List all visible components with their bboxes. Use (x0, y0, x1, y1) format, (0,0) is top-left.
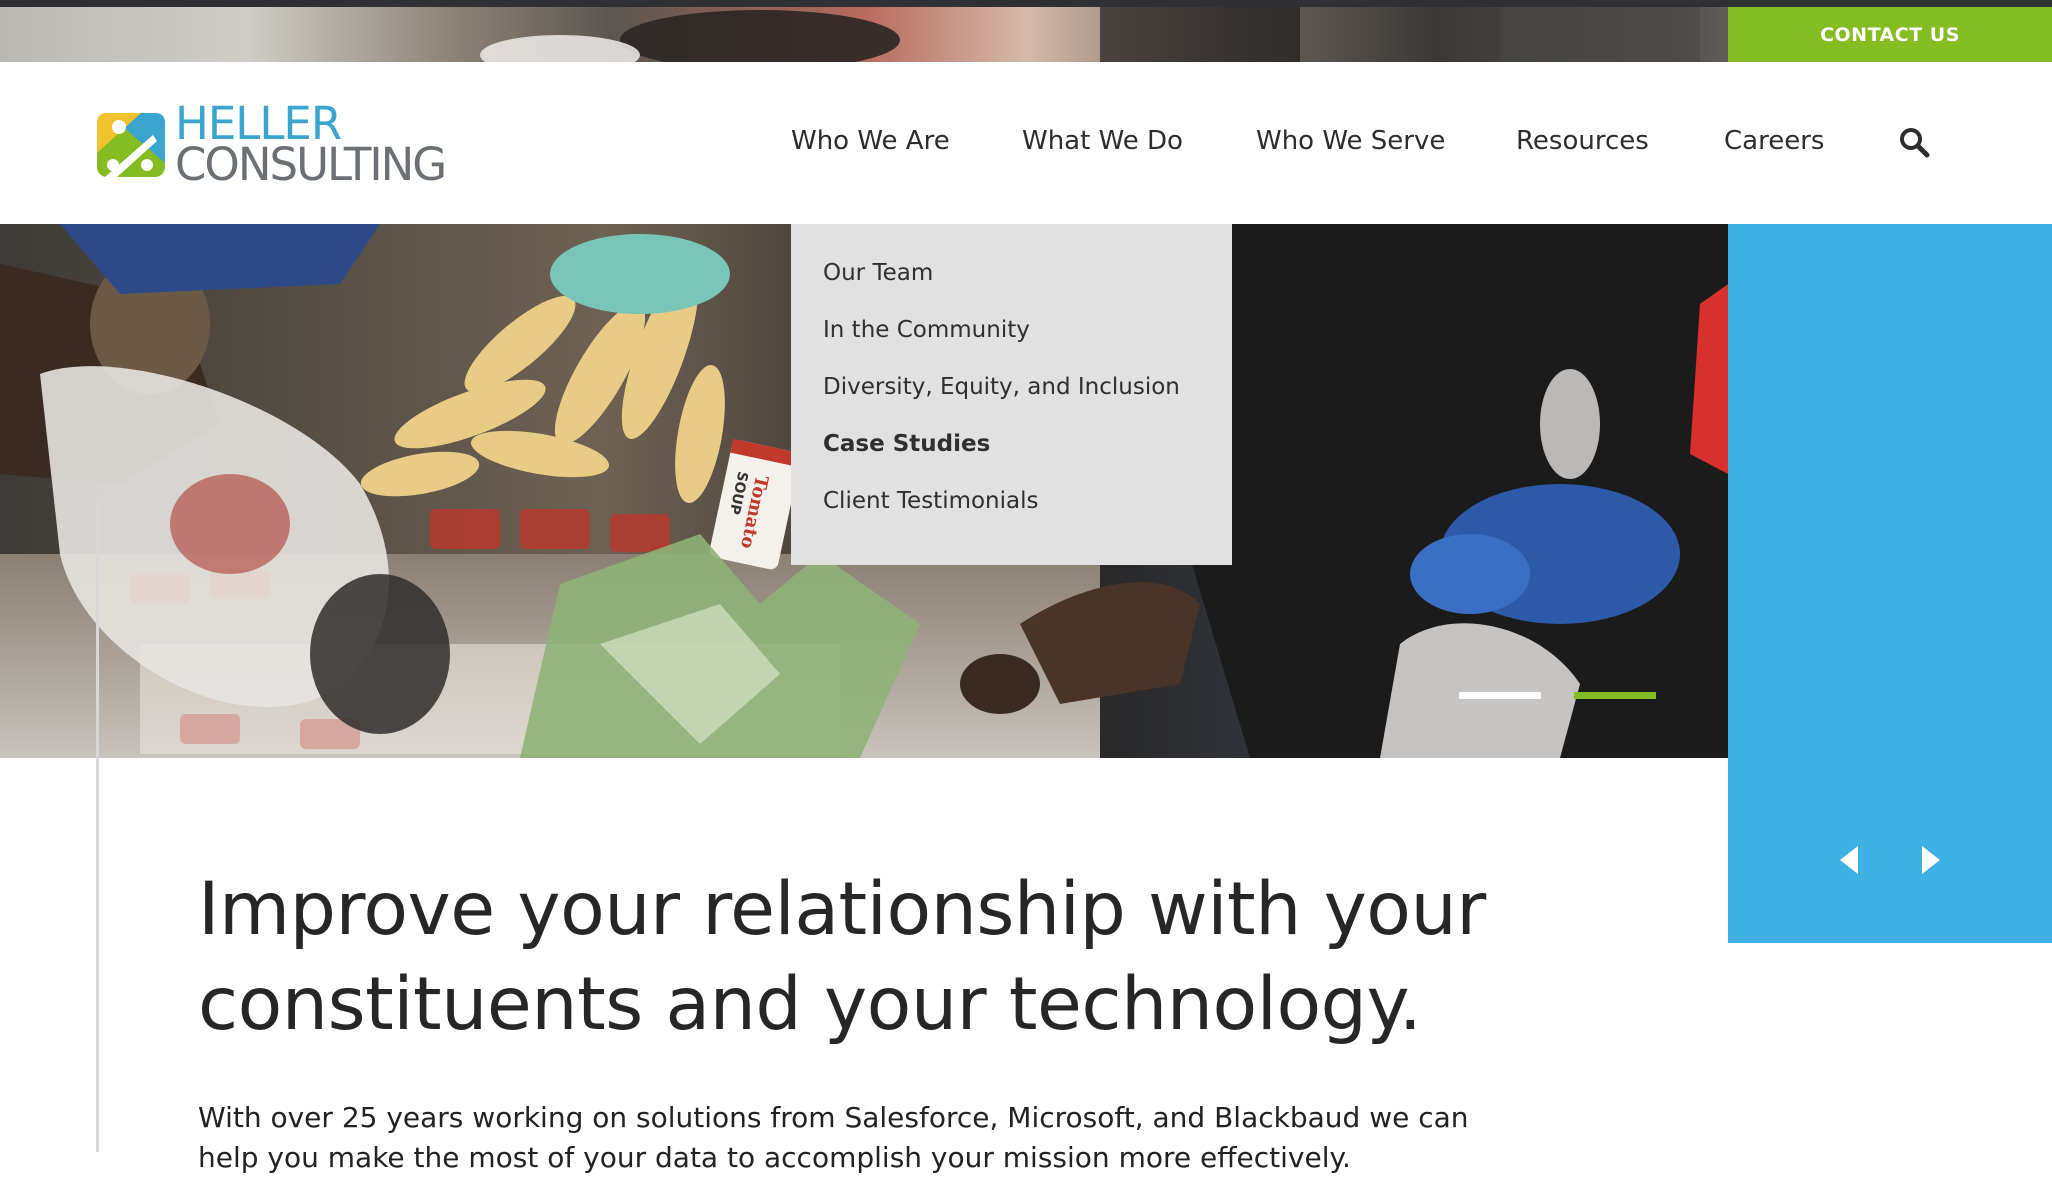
nav-resources[interactable]: Resources (1516, 126, 1649, 156)
slide-dot-2[interactable] (1574, 692, 1656, 699)
dropdown-item-in-the-community[interactable]: In the Community (791, 317, 1232, 374)
dropdown-item-diversity-equity-inclusion[interactable]: Diversity, Equity, and Inclusion (791, 374, 1232, 431)
dropdown-item-client-testimonials[interactable]: Client Testimonials (791, 488, 1232, 545)
nav-careers[interactable]: Careers (1724, 126, 1824, 156)
nav-who-we-serve[interactable]: Who We Serve (1256, 126, 1445, 156)
nav-who-we-are[interactable]: Who We Are (791, 126, 950, 156)
intro-paragraph: With over 25 years working on solutions … (198, 1101, 1469, 1174)
caret-left-icon[interactable] (1830, 840, 1870, 880)
who-we-are-dropdown: Our Team In the Community Diversity, Equ… (791, 224, 1232, 565)
slide-dot-1[interactable] (1459, 692, 1541, 699)
page-headline: Improve your relationship with your cons… (198, 867, 1486, 1047)
vertical-divider (96, 500, 99, 1152)
slider-dots (1459, 692, 1659, 700)
caret-right-icon[interactable] (1910, 840, 1950, 880)
contact-us-button[interactable]: CONTACT US (1728, 7, 2052, 62)
search-icon[interactable] (1898, 126, 1932, 160)
nav-what-we-do[interactable]: What We Do (1022, 126, 1183, 156)
site-header: HELLER CONSULTING Who We Are What We Do … (0, 62, 2052, 224)
main-navigation: Who We Are What We Do Who We Serve Resou… (0, 62, 2052, 224)
dropdown-item-our-team[interactable]: Our Team (791, 260, 1232, 317)
blue-side-panel (1728, 224, 2052, 943)
dropdown-item-case-studies[interactable]: Case Studies (791, 431, 1232, 488)
